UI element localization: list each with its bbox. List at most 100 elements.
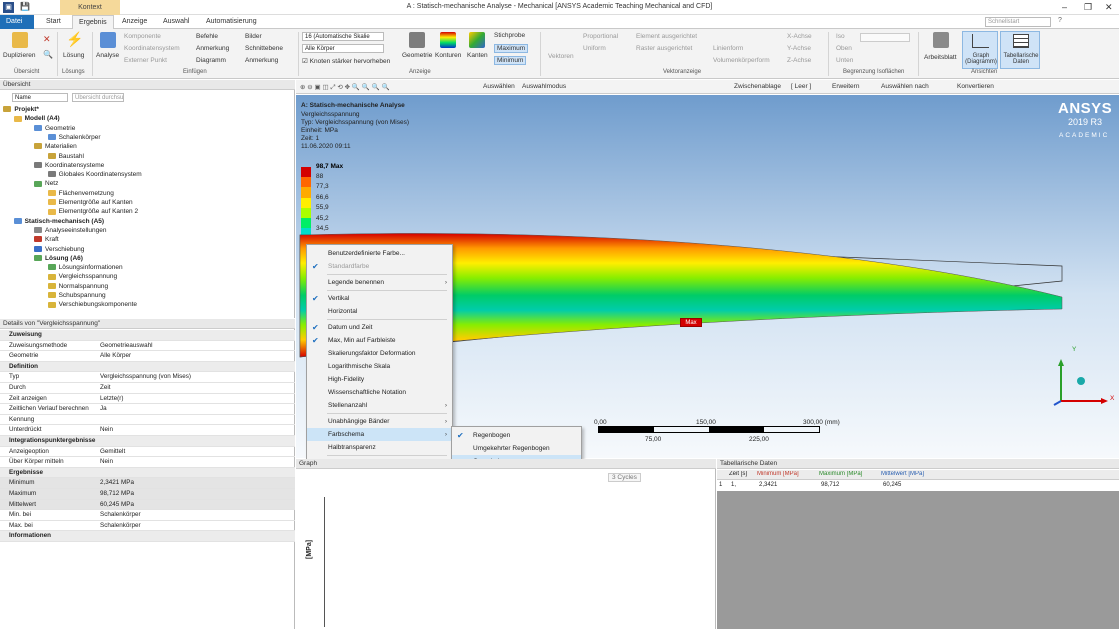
geometry-button[interactable]: Geometrie bbox=[402, 52, 432, 59]
outline-item[interactable]: Netz bbox=[34, 180, 58, 187]
context-menu-item[interactable]: Legende benennen › bbox=[307, 276, 452, 289]
context-menu-item[interactable]: Halbtransparenz bbox=[307, 441, 452, 454]
context-menu-item[interactable]: Farbschema › bbox=[307, 428, 452, 441]
outline-item[interactable]: Projekt* bbox=[3, 106, 39, 113]
element-aligned-button[interactable]: Element ausgerichtet bbox=[636, 33, 697, 40]
outline-item[interactable]: Normalspannung bbox=[47, 283, 108, 290]
details-row[interactable]: Geometrie Alle Körper bbox=[0, 351, 295, 362]
select-button[interactable]: Auswählen bbox=[483, 83, 515, 90]
help-icon[interactable]: ? bbox=[1058, 17, 1062, 24]
outline-item[interactable]: Materialien bbox=[34, 143, 77, 150]
outline-item[interactable]: Vergleichsspannung bbox=[47, 273, 117, 280]
table-header-cell[interactable]: Zeit [s] bbox=[729, 471, 757, 477]
view-tools-icons[interactable]: ⊕ ⊖ ▣ ◫ ⤢ ⟲ ✥ 🔍 🔍 🔍 🔍 bbox=[300, 83, 390, 92]
table-row[interactable]: 1 1, 2,3421 98,712 60,245 bbox=[717, 481, 1119, 491]
probe-button[interactable]: Stichprobe bbox=[494, 32, 525, 39]
iso-button[interactable]: Iso bbox=[836, 33, 845, 40]
outline-item[interactable]: Analyseeinstellungen bbox=[34, 227, 106, 234]
worksheet-button[interactable]: Arbeitsblatt bbox=[924, 54, 957, 61]
details-row[interactable]: Minimum 2,3421 MPa bbox=[0, 478, 295, 489]
bottom-button[interactable]: Unten bbox=[836, 57, 853, 64]
extend-button[interactable]: Erweitern bbox=[832, 83, 859, 90]
details-row[interactable]: Durch Zeit bbox=[0, 383, 295, 394]
context-menu-item[interactable]: ✔ Max, Min auf Farbleiste bbox=[307, 334, 452, 347]
analysis-button[interactable]: Analyse bbox=[96, 52, 119, 59]
scale-dropdown[interactable]: 16 (Automatische Skalie bbox=[302, 32, 384, 41]
grid-aligned-button[interactable]: Raster ausgerichtet bbox=[636, 45, 692, 52]
context-menu-item[interactable]: High-Fidelity bbox=[307, 373, 452, 386]
find-icon[interactable]: 🔍 bbox=[43, 50, 53, 59]
ext-point-button[interactable]: Externer Punkt bbox=[124, 57, 167, 64]
annotation-button[interactable]: Anmerkung bbox=[196, 45, 229, 52]
context-menu-item[interactable]: Benutzerdefinierte Farbe... bbox=[307, 247, 452, 260]
table-header-cell[interactable]: Minimum [MPa] bbox=[757, 471, 819, 477]
details-row[interactable]: Typ Vergleichsspannung (von Mises) bbox=[0, 372, 295, 383]
tab-file[interactable]: Datei bbox=[0, 15, 34, 29]
restore-button[interactable]: ❐ bbox=[1084, 2, 1092, 13]
context-menu-item[interactable]: Wissenschaftliche Notation bbox=[307, 386, 452, 399]
context-menu-item[interactable]: Skalierungsfaktor Deformation bbox=[307, 347, 452, 360]
details-row[interactable]: Zeitlichen Verlauf berechnen Ja bbox=[0, 404, 295, 415]
vectors-button[interactable]: Vektoren bbox=[548, 53, 574, 60]
coordsys-button[interactable]: Koordinatensystem bbox=[124, 45, 180, 52]
outline-item[interactable]: Lösung (A6) bbox=[34, 255, 83, 262]
axis-triad[interactable] bbox=[1051, 353, 1117, 409]
tabular-button[interactable]: Tabellarische Daten bbox=[1000, 31, 1040, 69]
outline-item[interactable]: Kraft bbox=[34, 236, 59, 243]
details-row[interactable]: Anzeigeoption Gemittelt bbox=[0, 447, 295, 458]
details-row[interactable]: Max. bei Schalenkörper bbox=[0, 521, 295, 532]
tab-selection[interactable]: Auswahl bbox=[157, 15, 195, 29]
outline-item[interactable]: Koordinatensysteme bbox=[34, 162, 104, 169]
delete-icon[interactable]: ✕ bbox=[43, 34, 51, 45]
details-row[interactable]: Über Körper mitteln Nein bbox=[0, 457, 295, 468]
outline-item[interactable]: Statisch-mechanisch (A5) bbox=[13, 218, 104, 225]
table-header-cell[interactable]: Maximum [MPa] bbox=[819, 471, 881, 477]
uniform-button[interactable]: Uniform bbox=[583, 45, 606, 52]
tab-results[interactable]: Ergebnis bbox=[72, 15, 114, 29]
minimize-button[interactable]: – bbox=[1062, 2, 1067, 12]
select-mode-button[interactable]: Auswahlmodus bbox=[522, 83, 566, 90]
context-menu-item[interactable]: ✔ Datum und Zeit bbox=[307, 321, 452, 334]
outline-item[interactable]: Verschiebung bbox=[34, 246, 84, 253]
outline-item[interactable]: Verschiebungskomponente bbox=[47, 301, 137, 308]
contours-button[interactable]: Konturen bbox=[435, 52, 461, 59]
maximum-button[interactable]: Maximum bbox=[494, 44, 529, 53]
outline-item[interactable]: Elementgröße auf Kanten bbox=[47, 199, 133, 206]
solve-button[interactable]: Lösung bbox=[63, 52, 84, 59]
nodes-checkbox[interactable]: ☑ Knoten stärker hervorheben bbox=[302, 57, 390, 65]
context-menu-item[interactable]: Logarithmische Skala bbox=[307, 360, 452, 373]
outline-item[interactable]: Elementgröße auf Kanten 2 bbox=[47, 208, 138, 215]
table-header-cell[interactable]: Mittelwert [MPa] bbox=[881, 471, 943, 477]
body-dropdown[interactable]: Alle Körper bbox=[302, 44, 384, 53]
outline-filter-dropdown[interactable]: Name bbox=[12, 93, 68, 102]
proportional-button[interactable]: Proportional bbox=[583, 33, 618, 40]
volume-form-button[interactable]: Volumenkörperform bbox=[713, 57, 770, 64]
submenu-item[interactable]: Umgekehrter Regenbogen bbox=[452, 442, 581, 455]
outline-item[interactable]: Geometrie bbox=[34, 125, 75, 132]
details-row[interactable]: Zeit anzeigen Letzte(r) bbox=[0, 394, 295, 405]
section-plane-button[interactable]: Schnittebene bbox=[245, 45, 283, 52]
context-menu-item[interactable]: ✔ Vertikal bbox=[307, 292, 452, 305]
line-form-button[interactable]: Linienform bbox=[713, 45, 743, 52]
details-row[interactable]: Mittelwert 60,245 MPa bbox=[0, 499, 295, 511]
commands-button[interactable]: Befehle bbox=[196, 33, 218, 40]
context-menu-item[interactable]: Stellenanzahl › bbox=[307, 399, 452, 412]
convert-button[interactable]: Konvertieren bbox=[957, 83, 994, 90]
diagram-button[interactable]: Diagramm bbox=[196, 57, 226, 64]
images-button[interactable]: Bilder bbox=[245, 33, 262, 40]
top-button[interactable]: Oben bbox=[836, 45, 852, 52]
context-menu-item[interactable]: Unabhängige Bänder › bbox=[307, 415, 452, 428]
edges-button[interactable]: Kanten bbox=[467, 52, 488, 59]
outline-search-input[interactable]: Übersicht durchsu bbox=[72, 93, 124, 102]
details-row[interactable]: Zuweisungsmethode Geometrieauswahl bbox=[0, 341, 295, 352]
details-row[interactable]: Kennung bbox=[0, 415, 295, 426]
outline-item[interactable]: Lösungsinformationen bbox=[47, 264, 123, 271]
quicklaunch-search[interactable]: Schnellstart bbox=[985, 17, 1051, 27]
graph-button[interactable]: Graph (Diagramm) bbox=[962, 31, 998, 69]
select-by-button[interactable]: Auswählen nach bbox=[881, 83, 929, 90]
details-row[interactable]: Min. bei Schalenkörper bbox=[0, 510, 295, 521]
x-axis-button[interactable]: X-Achse bbox=[787, 33, 812, 40]
tab-start[interactable]: Start bbox=[40, 15, 67, 29]
outline-item[interactable]: Baustahl bbox=[47, 153, 84, 160]
minimum-button[interactable]: Minimum bbox=[494, 56, 527, 65]
